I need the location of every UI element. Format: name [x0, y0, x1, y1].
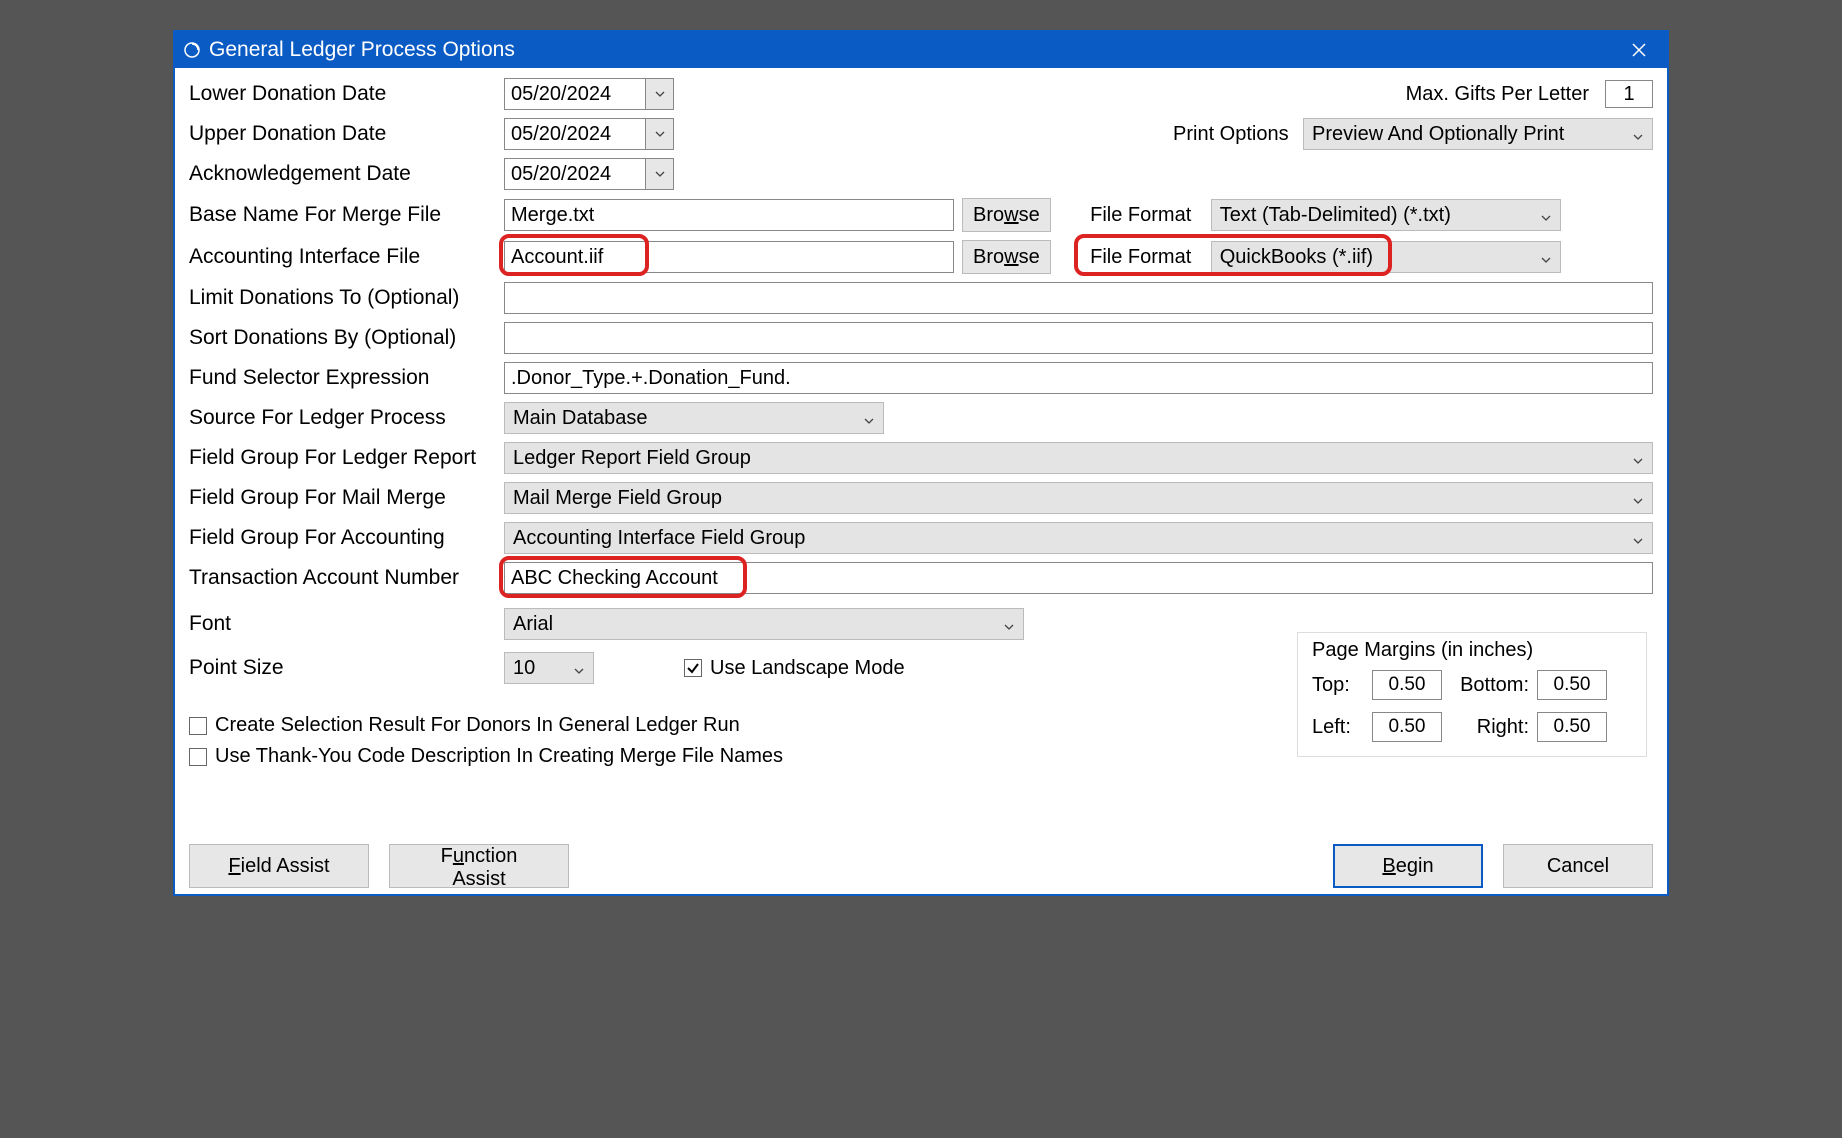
- landscape-checkbox[interactable]: [684, 659, 702, 677]
- font-value: Arial: [513, 613, 999, 636]
- browse-merge-button[interactable]: Browse: [962, 198, 1051, 232]
- app-icon: [183, 41, 201, 59]
- label-lower-date: Lower Donation Date: [189, 82, 504, 106]
- fg-merge-value: Mail Merge Field Group: [513, 487, 1628, 510]
- margin-top-input[interactable]: [1372, 670, 1442, 700]
- label-fg-acct: Field Group For Accounting: [189, 526, 504, 550]
- margins-title: Page Margins (in inches): [1312, 639, 1632, 662]
- function-assist-button[interactable]: Function Assist: [389, 844, 569, 888]
- chevron-down-icon: [569, 657, 589, 680]
- label-sort: Sort Donations By (Optional): [189, 326, 504, 350]
- base-merge-input[interactable]: Merge.txt: [504, 199, 954, 231]
- label-margin-bottom: Bottom:: [1447, 674, 1537, 697]
- titlebar: General Ledger Process Options: [175, 32, 1667, 68]
- file-format-2-dropdown[interactable]: QuickBooks (*.iif): [1211, 241, 1561, 273]
- lower-date-dropdown[interactable]: [645, 79, 673, 109]
- label-fg-report: Field Group For Ledger Report: [189, 446, 504, 470]
- label-create-selection: Create Selection Result For Donors In Ge…: [215, 714, 740, 737]
- label-landscape: Use Landscape Mode: [710, 657, 905, 680]
- trans-acct-value: ABC Checking Account: [511, 567, 718, 590]
- label-point-size: Point Size: [189, 656, 504, 680]
- fg-report-dropdown[interactable]: Ledger Report Field Group: [504, 442, 1653, 474]
- margin-bottom-input[interactable]: [1537, 670, 1607, 700]
- ack-date-input[interactable]: 05/20/2024: [504, 158, 674, 190]
- upper-date-dropdown[interactable]: [645, 119, 673, 149]
- label-file-format-2: File Format: [1081, 246, 1201, 269]
- file-format-2-value: QuickBooks (*.iif): [1220, 246, 1536, 269]
- base-merge-value: Merge.txt: [511, 204, 594, 227]
- chevron-down-icon: [1536, 246, 1556, 269]
- label-upper-date: Upper Donation Date: [189, 122, 504, 146]
- print-options-dropdown[interactable]: Preview And Optionally Print: [1303, 118, 1653, 150]
- dialog-window: General Ledger Process Options Lower Don…: [173, 30, 1669, 896]
- field-assist-button[interactable]: Field Assist: [189, 844, 369, 888]
- label-limit: Limit Donations To (Optional): [189, 286, 504, 310]
- chevron-down-icon: [1628, 123, 1648, 146]
- sort-input[interactable]: [504, 322, 1653, 354]
- label-thankyou-code: Use Thank-You Code Description In Creati…: [215, 745, 783, 768]
- thankyou-code-checkbox[interactable]: [189, 748, 207, 766]
- ack-date-dropdown[interactable]: [645, 159, 673, 189]
- chevron-down-icon: [859, 407, 879, 430]
- chevron-down-icon: [1628, 527, 1648, 550]
- chevron-down-icon: [655, 91, 665, 97]
- point-size-dropdown[interactable]: 10: [504, 652, 594, 684]
- file-format-1-value: Text (Tab-Delimited) (*.txt): [1220, 204, 1536, 227]
- chevron-down-icon: [1536, 204, 1556, 227]
- acct-file-input[interactable]: Account.iif: [504, 241, 954, 273]
- label-margin-left: Left:: [1312, 716, 1372, 739]
- chevron-down-icon: [1628, 447, 1648, 470]
- label-ack-date: Acknowledgement Date: [189, 162, 504, 186]
- label-file-format-1: File Format: [1081, 204, 1201, 227]
- chevron-down-icon: [655, 171, 665, 177]
- fg-report-value: Ledger Report Field Group: [513, 447, 1628, 470]
- source-value: Main Database: [513, 407, 859, 430]
- label-acct-file: Accounting Interface File: [189, 245, 504, 269]
- lower-date-input[interactable]: 05/20/2024: [504, 78, 674, 110]
- label-print-options: Print Options: [1173, 123, 1293, 146]
- label-source: Source For Ledger Process: [189, 406, 504, 430]
- margin-left-input[interactable]: [1372, 712, 1442, 742]
- button-bar: Field Assist Function Assist Begin Cance…: [189, 844, 1653, 888]
- upper-date-input[interactable]: 05/20/2024: [504, 118, 674, 150]
- source-dropdown[interactable]: Main Database: [504, 402, 884, 434]
- upper-date-value: 05/20/2024: [505, 123, 645, 146]
- ack-date-value: 05/20/2024: [505, 163, 645, 186]
- cancel-button[interactable]: Cancel: [1503, 844, 1653, 888]
- chevron-down-icon: [999, 613, 1019, 636]
- fund-sel-input[interactable]: .Donor_Type.+.Donation_Fund.: [504, 362, 1653, 394]
- fund-sel-value: .Donor_Type.+.Donation_Fund.: [511, 367, 791, 390]
- label-base-merge: Base Name For Merge File: [189, 203, 504, 227]
- label-trans-acct: Transaction Account Number: [189, 566, 504, 590]
- print-options-value: Preview And Optionally Print: [1312, 123, 1628, 146]
- lower-date-value: 05/20/2024: [505, 83, 645, 106]
- close-button[interactable]: [1619, 32, 1659, 68]
- acct-file-value: Account.iif: [511, 246, 603, 269]
- label-max-gifts: Max. Gifts Per Letter: [1406, 83, 1589, 106]
- page-margins-group: Page Margins (in inches) Top: Bottom: Le…: [1297, 632, 1647, 757]
- chevron-down-icon: [655, 131, 665, 137]
- margin-right-input[interactable]: [1537, 712, 1607, 742]
- dialog-content: Lower Donation Date 05/20/2024 Max. Gift…: [175, 68, 1667, 894]
- browse-acct-button[interactable]: Browse: [962, 240, 1051, 274]
- label-margin-right: Right:: [1447, 716, 1537, 739]
- trans-acct-input[interactable]: ABC Checking Account: [504, 562, 1653, 594]
- fg-acct-value: Accounting Interface Field Group: [513, 527, 1628, 550]
- fg-merge-dropdown[interactable]: Mail Merge Field Group: [504, 482, 1653, 514]
- begin-button[interactable]: Begin: [1333, 844, 1483, 888]
- label-fg-merge: Field Group For Mail Merge: [189, 486, 504, 510]
- limit-input[interactable]: [504, 282, 1653, 314]
- font-dropdown[interactable]: Arial: [504, 608, 1024, 640]
- window-title: General Ledger Process Options: [209, 38, 1619, 62]
- fg-acct-dropdown[interactable]: Accounting Interface Field Group: [504, 522, 1653, 554]
- point-size-value: 10: [513, 657, 569, 680]
- file-format-1-dropdown[interactable]: Text (Tab-Delimited) (*.txt): [1211, 199, 1561, 231]
- label-fund-sel: Fund Selector Expression: [189, 366, 504, 390]
- label-margin-top: Top:: [1312, 674, 1372, 697]
- label-font: Font: [189, 612, 504, 636]
- create-selection-checkbox[interactable]: [189, 717, 207, 735]
- max-gifts-input[interactable]: [1605, 80, 1653, 108]
- chevron-down-icon: [1628, 487, 1648, 510]
